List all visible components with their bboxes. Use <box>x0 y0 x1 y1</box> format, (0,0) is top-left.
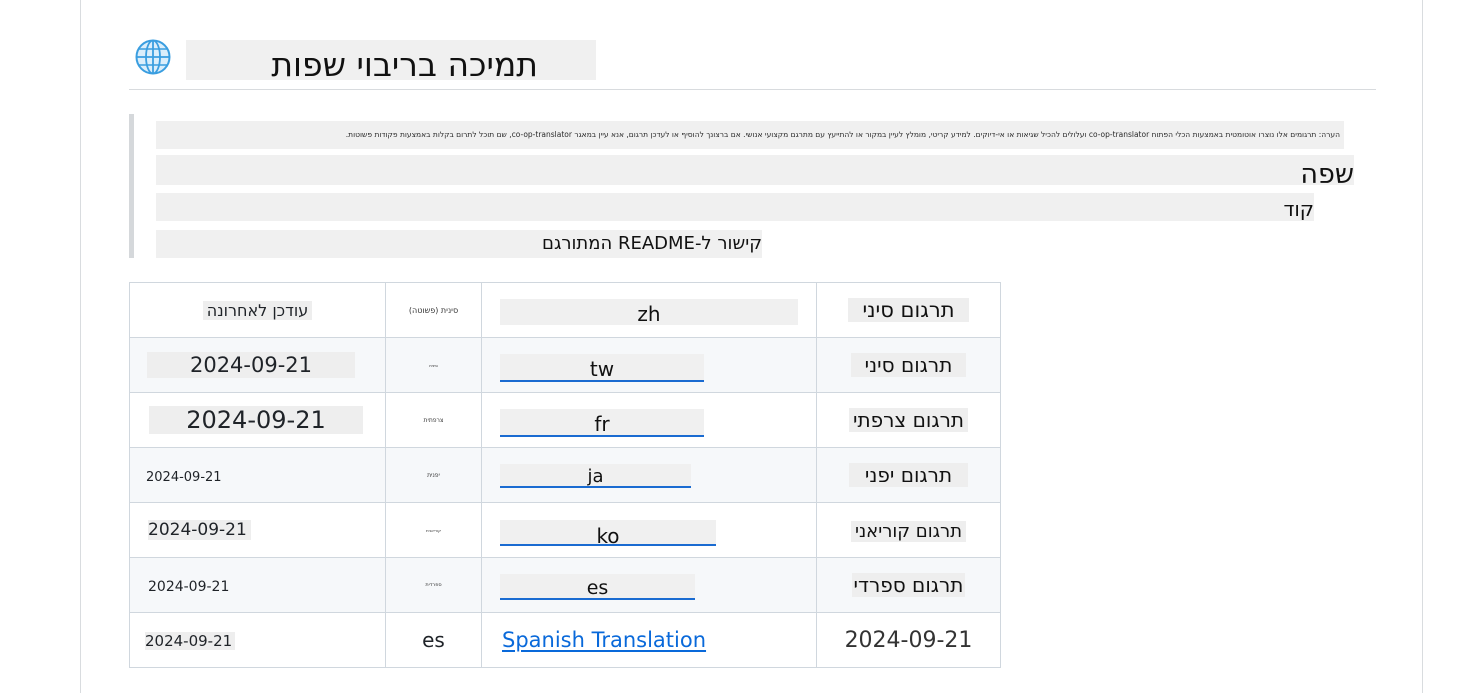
globe-icon <box>135 39 171 75</box>
table-row: 2024-09-21 es Spanish Translation 2024-0… <box>129 612 1001 668</box>
heading-divider <box>129 89 1376 90</box>
row-tiny-label: ספרדית <box>425 582 442 588</box>
row-tiny-label: קוריאנית <box>426 527 441 533</box>
row-date: 2024-09-21 <box>148 520 251 540</box>
table-header-row: עודכן לאחרונה סינית (פשוטה) zh תרגום סינ… <box>129 282 1001 338</box>
code-column-label: קוד <box>1283 197 1314 221</box>
translation-note: הערה: תרגומים אלו נוצרו אוטומטית באמצעות… <box>156 121 1344 149</box>
row-tiny-label: יפנית <box>427 471 440 479</box>
table-row: 2024-09-21 ספרדית es תרגום ספרדי <box>129 557 1001 613</box>
spanish-translation-link[interactable]: Spanish Translation <box>502 628 706 652</box>
row-date: 2024-09-21 <box>148 578 230 595</box>
row-code-link[interactable]: ja <box>500 464 691 488</box>
row-code-link[interactable]: tw <box>500 354 704 382</box>
page-border-right <box>1422 0 1423 693</box>
language-column-label: שפה <box>1300 159 1354 190</box>
code-row-highlight <box>156 193 1314 221</box>
row-code-link[interactable]: ko <box>500 520 716 548</box>
link-column-label: קישור ל-README המתורגם <box>542 233 762 254</box>
updated-header: עודכן לאחרונה <box>202 300 313 320</box>
row-name: תרגום צרפתי <box>848 408 968 432</box>
tiny-header: סינית (פשוטה) <box>408 305 459 315</box>
page-border-left <box>80 0 81 693</box>
row-date: 2024-09-21 <box>149 406 363 434</box>
row-tiny-label: סינית <box>429 362 438 368</box>
row-date: 2024-09-21 <box>145 631 236 650</box>
name-header: תרגום סיני <box>848 298 969 322</box>
table-row: 2024-09-21 צרפתית fr תרגום צרפתי <box>129 392 1001 448</box>
row-date: 2024-09-21 <box>146 469 222 485</box>
table-row: 2024-09-21 יפנית ja תרגום יפני <box>129 447 1001 503</box>
row-name: תרגום ספרדי <box>851 573 966 597</box>
table-row: 2024-09-21 סינית tw תרגום סיני <box>129 337 1001 393</box>
row-name: תרגום קוריאני <box>850 521 967 542</box>
translations-table: עודכן לאחרונה סינית (פשוטה) zh תרגום סינ… <box>129 282 1001 668</box>
row-updated-date: 2024-09-21 <box>816 612 1001 668</box>
row-tiny-label: צרפתית <box>423 416 444 424</box>
page-title: תמיכה בריבוי שפות <box>271 45 538 84</box>
code-header: zh <box>500 299 798 326</box>
row-code-link[interactable]: es <box>500 574 695 600</box>
table-row: 2024-09-21 קוריאנית ko תרגום קוריאני <box>129 502 1001 558</box>
language-row-highlight <box>156 155 1354 185</box>
row-name: תרגום יפני <box>848 463 969 487</box>
row-name: תרגום סיני <box>850 353 967 377</box>
row-date: 2024-09-21 <box>147 352 355 378</box>
blockquote-bar <box>129 114 134 258</box>
row-code-link[interactable]: fr <box>500 409 704 437</box>
row-code: es <box>385 612 482 668</box>
